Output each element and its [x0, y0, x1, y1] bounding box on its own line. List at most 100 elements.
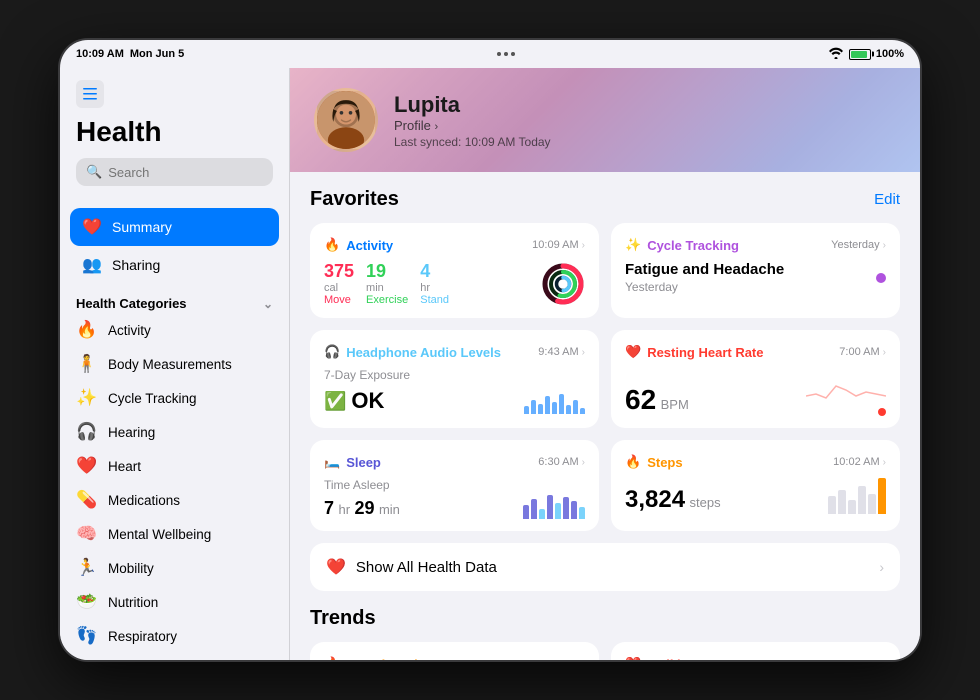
dot1 [497, 52, 501, 56]
cat-heart[interactable]: ❤️ Heart [60, 449, 289, 483]
mini-bar-1 [524, 406, 529, 414]
sleep-time-value: 7 hr 29 min [324, 498, 400, 519]
heart-label: Heart [108, 459, 141, 474]
nav-item-summary[interactable]: ❤️ Summary [70, 208, 279, 246]
trend-walking-heart-rate[interactable]: ❤️ Walking Heart Rate Average › [611, 642, 900, 660]
cycle-label: Cycle Tracking [108, 391, 197, 406]
mental-icon: 🧠 [76, 524, 98, 544]
cat-mental-wellbeing[interactable]: 🧠 Mental Wellbeing [60, 517, 289, 551]
sleep-minutes: 29 [354, 498, 374, 518]
sleep-min-label: min [379, 502, 400, 517]
categories-list: 🔥 Activity 🧍 Body Measurements ✨ Cycle T… [60, 313, 289, 660]
search-bar[interactable]: 🔍 🎤 [76, 158, 273, 186]
move-stat: 375 cal Move [324, 261, 354, 306]
steps-card-header: 🔥 Steps 10:02 AM › [625, 454, 886, 470]
sleep-bar-6 [563, 497, 569, 519]
cycle-symptom: Fatigue and Headache [625, 261, 784, 278]
trends-section: Trends 🔥 Exercise Minutes › [290, 607, 920, 660]
summary-icon: ❤️ [82, 217, 102, 237]
sleep-value-container: Time Asleep 7 hr 29 min [324, 478, 400, 519]
search-icon: 🔍 [86, 164, 102, 180]
cycle-icon: ✨ [76, 388, 98, 408]
sleep-card[interactable]: 🛏️ Sleep 6:30 AM › Time Asleep [310, 440, 599, 531]
mini-bar-9 [580, 408, 585, 414]
steps-card[interactable]: 🔥 Steps 10:02 AM › 3,824 steps [611, 440, 900, 531]
headphone-mini-bars [524, 382, 585, 414]
cat-sleep[interactable]: 🛏️ Sleep [60, 653, 289, 660]
nav-section: ❤️ Summary 👥 Sharing [60, 208, 289, 284]
sleep-bars [523, 487, 585, 519]
trend-heart-icon: ❤️ [625, 656, 641, 660]
cat-activity[interactable]: 🔥 Activity [60, 313, 289, 347]
headphone-card[interactable]: 🎧 Headphone Audio Levels 9:43 AM › 7-Day… [310, 330, 599, 428]
sleep-card-body: Time Asleep 7 hr 29 min [324, 478, 585, 519]
steps-bar-1 [828, 496, 836, 514]
activity-stats: 375 cal Move 19 min Exercise [324, 261, 541, 306]
mini-bar-7 [566, 405, 571, 414]
battery-percent: 100% [876, 48, 904, 60]
summary-label: Summary [112, 219, 172, 235]
heart-rate-sparkline [806, 368, 886, 404]
activity-card-title: 🔥 Activity [324, 237, 393, 253]
cat-body-measurements[interactable]: 🧍 Body Measurements [60, 347, 289, 381]
sleep-chevron-icon: › [582, 457, 585, 468]
status-bar: 10:09 AM Mon Jun 5 100% [60, 40, 920, 68]
profile-name: Lupita [394, 92, 896, 118]
cat-nutrition[interactable]: 🥗 Nutrition [60, 585, 289, 619]
mini-bar-4 [545, 396, 550, 414]
move-value: 375 [324, 261, 354, 282]
favorites-header: Favorites Edit [310, 188, 900, 211]
heart-rate-card[interactable]: ❤️ Resting Heart Rate 7:00 AM › 62 [611, 330, 900, 428]
profile-chevron-icon: › [434, 121, 438, 133]
edit-button[interactable]: Edit [874, 191, 900, 208]
mobility-label: Mobility [108, 561, 154, 576]
cycle-card-icon: ✨ [625, 237, 641, 253]
exercise-unit: min [366, 282, 408, 294]
show-all-health-data[interactable]: ❤️ Show All Health Data › [310, 543, 900, 591]
cat-medications[interactable]: 💊 Medications [60, 483, 289, 517]
cat-mobility[interactable]: 🏃 Mobility [60, 551, 289, 585]
heart-icon: ❤️ [76, 456, 98, 476]
headphone-chevron-icon: › [582, 347, 585, 358]
heart-rate-unit: BPM [661, 397, 689, 412]
app-container: Health 🔍 🎤 ❤️ Summary 👥 Sharing He [60, 68, 920, 660]
sleep-hours: 7 [324, 498, 334, 518]
activity-label: Activity [108, 323, 151, 338]
cycle-tracking-card[interactable]: ✨ Cycle Tracking Yesterday › Fatigue and… [611, 223, 900, 318]
sleep-bar-7 [571, 501, 577, 519]
stand-stat: 4 hr Stand [420, 261, 449, 306]
body-label: Body Measurements [108, 357, 232, 372]
sidebar-menu-icon[interactable] [76, 80, 104, 108]
heart-rate-card-header: ❤️ Resting Heart Rate 7:00 AM › [625, 344, 886, 360]
hearing-label: Hearing [108, 425, 155, 440]
move-label: Move [324, 294, 354, 306]
steps-value: 3,824 [625, 486, 685, 513]
search-input[interactable] [108, 165, 284, 180]
steps-value-container: 3,824 steps [625, 486, 721, 514]
trend-exercise-minutes[interactable]: 🔥 Exercise Minutes › [310, 642, 599, 660]
cat-cycle-tracking[interactable]: ✨ Cycle Tracking [60, 381, 289, 415]
status-center [497, 52, 515, 56]
cat-respiratory[interactable]: 👣 Respiratory [60, 619, 289, 653]
chevron-down-icon[interactable]: ⌄ [263, 297, 273, 311]
cat-hearing[interactable]: 🎧 Hearing [60, 415, 289, 449]
nav-item-sharing[interactable]: 👥 Sharing [70, 246, 279, 284]
sleep-bar-8 [579, 507, 585, 519]
trend-heart-header: ❤️ Walking Heart Rate Average › [625, 656, 886, 660]
cycle-card-title: ✨ Cycle Tracking [625, 237, 739, 253]
cycle-card-time: Yesterday › [831, 239, 886, 251]
steps-bar-5 [868, 494, 876, 514]
profile-link[interactable]: Profile › [394, 118, 896, 133]
exercise-stat: 19 min Exercise [366, 261, 408, 306]
respiratory-icon: 👣 [76, 626, 98, 646]
trend-exercise-title: 🔥 Exercise Minutes [324, 656, 452, 660]
sleep-card-title: 🛏️ Sleep [324, 454, 381, 470]
status-left: 10:09 AM Mon Jun 5 [76, 48, 184, 60]
heart-rate-icon: ❤️ [625, 344, 641, 360]
steps-chevron-icon: › [883, 457, 886, 468]
favorites-title: Favorites [310, 188, 399, 211]
sidebar: Health 🔍 🎤 ❤️ Summary 👥 Sharing He [60, 68, 290, 660]
activity-card-header: 🔥 Activity 10:09 AM › [324, 237, 585, 253]
steps-bar-2 [838, 490, 846, 514]
activity-card[interactable]: 🔥 Activity 10:09 AM › 375 [310, 223, 599, 318]
